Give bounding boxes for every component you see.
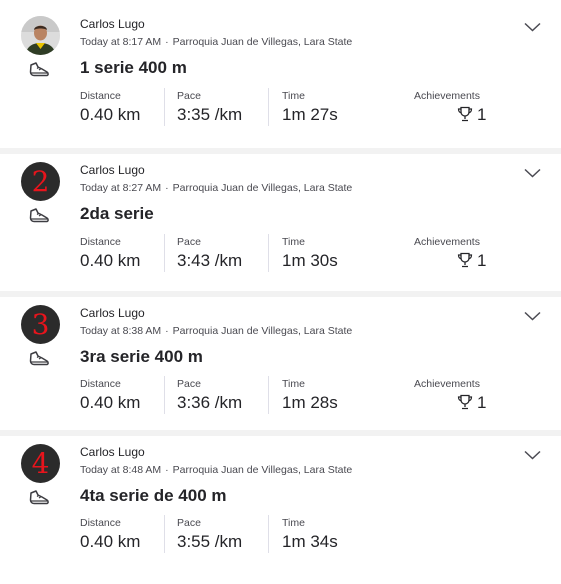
pace-value: 3:35 /km xyxy=(177,105,243,124)
activity-card[interactable]: 4 Carlos Lugo Today at 8:48 AM · Parroquia… xyxy=(0,444,561,584)
meta-separator: · xyxy=(165,464,169,476)
activity-location: Parroquia Juan de Villegas, Lara State xyxy=(172,36,353,48)
pace-label: Pace xyxy=(177,236,201,248)
time-label: Time xyxy=(282,378,305,390)
achievements-value[interactable]: 1 xyxy=(477,393,486,413)
pace-label: Pace xyxy=(177,90,201,102)
card-divider xyxy=(0,148,561,154)
meta-separator: · xyxy=(165,36,169,48)
pace-label: Pace xyxy=(177,378,201,390)
achievements-value[interactable]: 1 xyxy=(477,105,486,125)
avatar-number: 2 xyxy=(31,165,50,198)
stat-divider xyxy=(164,234,165,272)
stat-divider xyxy=(268,234,269,272)
meta-separator: · xyxy=(165,182,169,194)
distance-label: Distance xyxy=(80,378,121,390)
running-shoe-icon xyxy=(29,490,49,505)
activity-location: Parroquia Juan de Villegas, Lara State xyxy=(172,182,353,194)
time-value: 1m 34s xyxy=(282,532,338,551)
time-label: Time xyxy=(282,517,305,529)
stat-divider xyxy=(268,88,269,126)
time-value: 1m 30s xyxy=(282,251,338,270)
time-value: 1m 28s xyxy=(282,393,338,412)
activity-card[interactable]: 2 Carlos Lugo Today at 8:27 AM · Parroquia… xyxy=(0,162,561,302)
activity-card[interactable]: 3 Carlos Lugo Today at 8:38 AM · Parroquia… xyxy=(0,305,561,445)
chevron-down-icon[interactable] xyxy=(524,22,541,32)
activity-meta: Today at 8:17 AM · Parroquia Juan de Ville… xyxy=(80,36,352,48)
activity-timestamp: Today at 8:38 AM xyxy=(80,325,162,337)
distance-value: 0.40 km xyxy=(80,251,141,270)
chevron-down-icon[interactable] xyxy=(524,168,541,178)
pace-label: Pace xyxy=(177,517,201,529)
achievements-label: Achievements xyxy=(414,378,480,390)
distance-label: Distance xyxy=(80,90,121,102)
trophy-icon[interactable] xyxy=(457,394,473,410)
stat-divider xyxy=(164,376,165,414)
profile-photo-icon xyxy=(21,16,60,55)
distance-label: Distance xyxy=(80,236,121,248)
time-label: Time xyxy=(282,90,305,102)
pace-value: 3:43 /km xyxy=(177,251,243,270)
card-divider xyxy=(0,430,561,436)
activity-title[interactable]: 2da serie xyxy=(80,204,154,224)
activity-location: Parroquia Juan de Villegas, Lara State xyxy=(172,325,353,337)
time-label: Time xyxy=(282,236,305,248)
achievements-label: Achievements xyxy=(414,236,480,248)
trophy-icon[interactable] xyxy=(457,106,473,122)
activity-meta: Today at 8:38 AM · Parroquia Juan de Ville… xyxy=(80,325,352,337)
distance-value: 0.40 km xyxy=(80,532,141,551)
time-value: 1m 27s xyxy=(282,105,338,124)
activity-title[interactable]: 1 serie 400 m xyxy=(80,58,187,78)
athlete-name[interactable]: Carlos Lugo xyxy=(80,17,145,31)
achievements-label: Achievements xyxy=(414,90,480,102)
pace-value: 3:36 /km xyxy=(177,393,243,412)
stat-divider xyxy=(268,376,269,414)
athlete-name[interactable]: Carlos Lugo xyxy=(80,445,145,459)
athlete-avatar[interactable]: 2 xyxy=(21,162,60,201)
athlete-avatar[interactable] xyxy=(21,16,60,55)
athlete-name[interactable]: Carlos Lugo xyxy=(80,306,145,320)
distance-value: 0.40 km xyxy=(80,105,141,124)
activity-timestamp: Today at 8:27 AM xyxy=(80,182,162,194)
athlete-avatar[interactable]: 4 xyxy=(21,444,60,483)
pace-value: 3:55 /km xyxy=(177,532,243,551)
stat-divider xyxy=(164,515,165,553)
distance-value: 0.40 km xyxy=(80,393,141,412)
athlete-avatar[interactable]: 3 xyxy=(21,305,60,344)
stat-divider xyxy=(268,515,269,553)
athlete-name[interactable]: Carlos Lugo xyxy=(80,163,145,177)
running-shoe-icon xyxy=(29,351,49,366)
chevron-down-icon[interactable] xyxy=(524,450,541,460)
activity-timestamp: Today at 8:48 AM xyxy=(80,464,162,476)
trophy-icon[interactable] xyxy=(457,252,473,268)
activity-timestamp: Today at 8:17 AM xyxy=(80,36,162,48)
distance-label: Distance xyxy=(80,517,121,529)
avatar-number: 3 xyxy=(31,308,50,341)
activity-card[interactable]: Carlos Lugo Today at 8:17 AM · Parroquia J… xyxy=(0,16,561,156)
activity-meta: Today at 8:48 AM · Parroquia Juan de Ville… xyxy=(80,464,352,476)
activity-title[interactable]: 3ra serie 400 m xyxy=(80,347,203,367)
meta-separator: · xyxy=(165,325,169,337)
activity-location: Parroquia Juan de Villegas, Lara State xyxy=(172,464,353,476)
avatar-number: 4 xyxy=(31,447,50,480)
activity-meta: Today at 8:27 AM · Parroquia Juan de Ville… xyxy=(80,182,352,194)
card-divider xyxy=(0,291,561,297)
achievements-value[interactable]: 1 xyxy=(477,251,486,271)
running-shoe-icon xyxy=(29,62,49,77)
stat-divider xyxy=(164,88,165,126)
running-shoe-icon xyxy=(29,208,49,223)
chevron-down-icon[interactable] xyxy=(524,311,541,321)
activity-title[interactable]: 4ta serie de 400 m xyxy=(80,486,226,506)
